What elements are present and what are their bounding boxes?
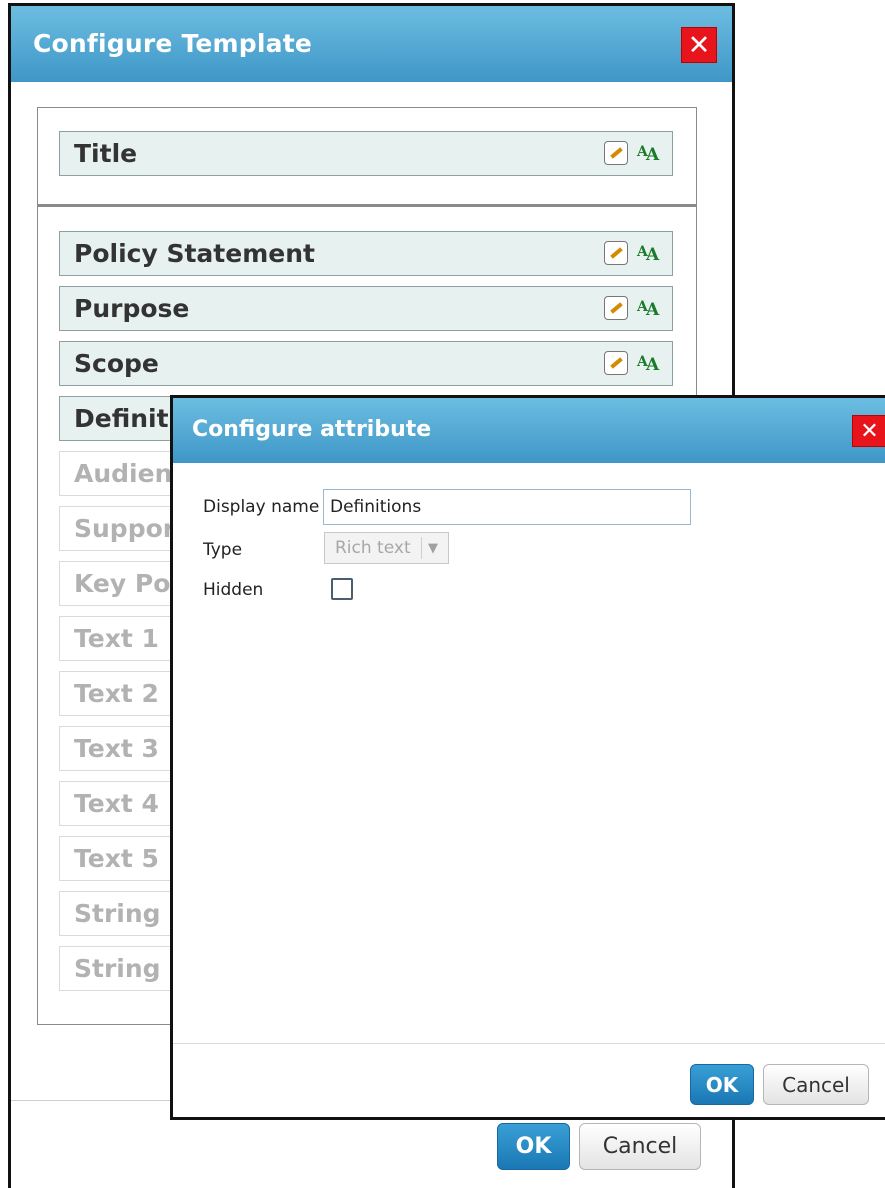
ok-button[interactable]: OK [690, 1064, 754, 1105]
cancel-button[interactable]: Cancel [763, 1064, 869, 1105]
title-row[interactable]: Title AA [59, 131, 673, 176]
footer-divider [173, 1043, 885, 1044]
font-format-icon[interactable]: AA [636, 351, 662, 375]
dialog-title: Configure attribute [192, 417, 432, 442]
edit-pencil-icon[interactable] [604, 141, 628, 165]
attribute-row[interactable]: Scope A A [59, 341, 673, 386]
hidden-label: Hidden [203, 580, 264, 600]
type-label: Type [203, 540, 243, 560]
row-label: Title [74, 139, 138, 168]
font-format-icon[interactable]: AA [636, 141, 662, 165]
dialog-header: Configure Template ✕ [11, 6, 732, 82]
edit-pencil-icon[interactable] [604, 351, 628, 375]
font-format-icon[interactable]: AA [636, 296, 662, 320]
edit-pencil-icon[interactable] [604, 296, 628, 320]
row-label: Key Po [74, 569, 171, 598]
attribute-row[interactable]: Purpose A A [59, 286, 673, 331]
row-label: Text 3 [74, 734, 159, 763]
type-select[interactable]: Rich text ▼ [324, 532, 449, 564]
row-label: Text 1 [74, 624, 159, 653]
cancel-button[interactable]: Cancel [579, 1123, 701, 1170]
edit-pencil-icon[interactable] [604, 241, 628, 265]
font-format-icon[interactable]: AA [636, 241, 662, 265]
panel-divider [38, 204, 696, 207]
type-select-value: Rich text [335, 538, 411, 558]
chevron-down-icon: ▼ [421, 537, 444, 559]
attribute-row[interactable]: Policy Statement A A [59, 231, 673, 276]
row-label: Purpose [74, 294, 190, 323]
dialog-header: Configure attribute ✕ [173, 398, 885, 463]
display-name-label: Display name [203, 497, 320, 517]
ok-button[interactable]: OK [497, 1123, 570, 1170]
row-label: Text 4 [74, 789, 159, 818]
dialog-title: Configure Template [33, 29, 313, 58]
row-label: Text 2 [74, 679, 159, 708]
close-icon[interactable]: ✕ [681, 27, 717, 63]
row-label: Suppor [74, 514, 176, 543]
configure-attribute-dialog: Configure attribute ✕ Display name Type … [170, 395, 885, 1120]
close-icon[interactable]: ✕ [852, 415, 885, 447]
row-label: Scope [74, 349, 159, 378]
display-name-input[interactable] [323, 489, 691, 525]
hidden-checkbox[interactable] [331, 578, 353, 600]
row-label: Policy Statement [74, 239, 315, 268]
row-label: Text 5 [74, 844, 159, 873]
